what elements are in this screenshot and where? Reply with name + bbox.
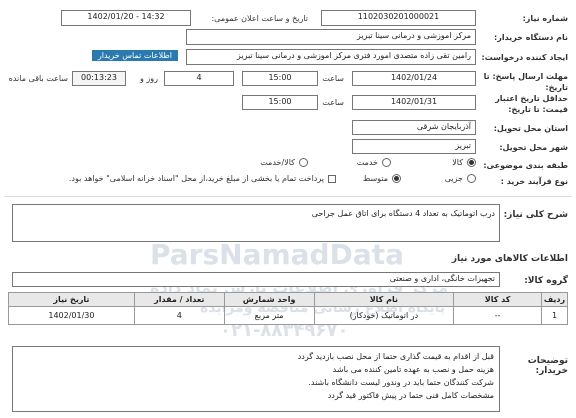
process-option-minor[interactable]: جزیی bbox=[445, 174, 476, 183]
col-need-date: تاریخ نیاز bbox=[8, 292, 135, 307]
category-both-label: کالا/خدمت bbox=[260, 158, 295, 167]
goods-group-field: تجهیزات خانگی، اداری و صنعتی bbox=[12, 272, 500, 287]
buyer-field: مرکز اموزشی و درمانی سینا تبریز bbox=[186, 29, 476, 45]
deadline-time-field: 15:00 bbox=[242, 71, 318, 86]
notes-line-3: شرکت کنندگان حتما باید در وندور لیست دان… bbox=[308, 378, 494, 387]
category-service-radio[interactable] bbox=[382, 158, 391, 167]
col-item-code: کد کالا bbox=[453, 292, 543, 307]
cell-item-name: در اتوماتیک (خودکار) bbox=[313, 306, 455, 325]
province-field: آذربایجان شرقی bbox=[352, 120, 476, 135]
cell-unit: متر مربع bbox=[223, 306, 315, 325]
category-goods-label: کالا bbox=[452, 158, 463, 167]
col-row-no: ردیف bbox=[541, 292, 568, 307]
category-label: طبقه بندی موضوعی: bbox=[483, 161, 568, 170]
contact-info-link[interactable]: اطلاعات تماس خریدار bbox=[91, 50, 178, 61]
validity-time-field: 15:00 bbox=[242, 95, 318, 110]
province-label: استان محل تحویل: bbox=[493, 124, 568, 133]
need-no-label: شماره نیاز: bbox=[522, 14, 568, 23]
remaining-time-field: 00:13:23 bbox=[72, 71, 126, 86]
goods-table-wrap: ردیف کد کالا نام کالا واحد شمارش تعداد /… bbox=[8, 292, 568, 325]
announce-field: 1402/01/20 - 14:32 bbox=[61, 10, 191, 26]
category-goods-radio[interactable] bbox=[467, 158, 476, 167]
days-label: روز و bbox=[140, 74, 158, 83]
goods-group-label: گروه کالا: bbox=[524, 276, 568, 286]
process-option-medium[interactable]: متوسط bbox=[363, 174, 401, 183]
creator-field: رامین تقی زاده متصدی امورد فتری مرکز امو… bbox=[186, 49, 476, 65]
table-row[interactable]: 1 -- در اتوماتیک (خودکار) متر مربع 4 140… bbox=[8, 306, 568, 325]
process-medium-label: متوسط bbox=[362, 174, 388, 183]
goods-table-header: ردیف کد کالا نام کالا واحد شمارش تعداد /… bbox=[8, 292, 568, 307]
col-item-name: نام کالا bbox=[313, 292, 455, 307]
days-remaining-field: 4 bbox=[164, 71, 234, 86]
process-label: نوع فرآیند خرید : bbox=[500, 177, 568, 186]
deadline-time-label: ساعت bbox=[322, 74, 344, 83]
cell-need-date: 1402/01/30 bbox=[8, 306, 135, 325]
col-unit: واحد شمارش bbox=[223, 292, 315, 307]
announce-label: تاریخ و ساعت اعلان عمومی: bbox=[211, 14, 308, 23]
category-option-both[interactable]: کالا/خدمت bbox=[260, 158, 308, 167]
summary-text: درب اتوماتیک به تعداد 4 دستگاه برای اتاق… bbox=[12, 204, 500, 242]
category-both-radio[interactable] bbox=[299, 158, 308, 167]
payment-note[interactable]: پرداخت تمام یا بخشی از مبلغ خرید،از محل … bbox=[69, 174, 336, 183]
creator-label: ایجاد کننده درخواست: bbox=[481, 53, 569, 62]
category-service-label: خدمت bbox=[356, 158, 378, 167]
notes-line-1: قبل از اقدام به قیمت گذاری حتما از محل ن… bbox=[297, 352, 494, 361]
category-option-goods[interactable]: کالا bbox=[452, 158, 476, 167]
summary-label: شرح کلی نیاز: bbox=[503, 210, 568, 220]
process-minor-radio[interactable] bbox=[467, 174, 476, 183]
payment-note-text: پرداخت تمام یا بخشی از مبلغ خرید،از محل … bbox=[68, 174, 324, 183]
notes-label: توضیحات خریدار: bbox=[527, 356, 568, 376]
goods-table: ردیف کد کالا نام کالا واحد شمارش تعداد /… bbox=[8, 292, 568, 325]
remaining-label: ساعت باقی مانده bbox=[8, 74, 68, 83]
deadline-date-field: 1402/01/24 bbox=[352, 71, 476, 86]
buyer-label: نام دستگاه خریدار: bbox=[494, 33, 568, 42]
city-field: تبریز bbox=[352, 139, 476, 154]
notes-line-2: هزینه حمل و نصب به عهده تامین کننده می ب… bbox=[332, 365, 494, 374]
cell-quantity: 4 bbox=[133, 306, 225, 325]
city-label: شهر محل تحویل: bbox=[499, 143, 568, 152]
validity-date-field: 1402/01/31 bbox=[352, 95, 476, 110]
process-minor-label: جزیی bbox=[444, 174, 463, 183]
col-quantity: تعداد / مقدار bbox=[133, 292, 225, 307]
divider bbox=[4, 196, 572, 197]
notes-box: قبل از اقدام به قیمت گذاری حتما از محل ن… bbox=[12, 346, 500, 412]
watermark-brand: ParsNamadData bbox=[150, 238, 404, 271]
cell-row-no: 1 bbox=[541, 306, 568, 325]
validity-label: حداقل تاریخ اعتبار قیمت: تا تاریخ: bbox=[495, 94, 568, 114]
validity-time-label: ساعت bbox=[322, 98, 344, 107]
cell-item-code: -- bbox=[453, 306, 543, 325]
process-medium-radio[interactable] bbox=[392, 174, 401, 183]
goods-section-title: اطلاعات کالاهای مورد نیاز bbox=[451, 254, 568, 264]
payment-checkbox[interactable] bbox=[328, 174, 336, 183]
deadline-label: مهلت ارسال پاسخ: تا تاریخ: bbox=[483, 72, 568, 92]
category-option-service[interactable]: خدمت bbox=[357, 158, 391, 167]
need-no-field: 1102030201000021 bbox=[321, 10, 476, 26]
notes-line-4: مشخصات کامل فنی حتما در پیش فاکتور قید گ… bbox=[327, 391, 494, 400]
